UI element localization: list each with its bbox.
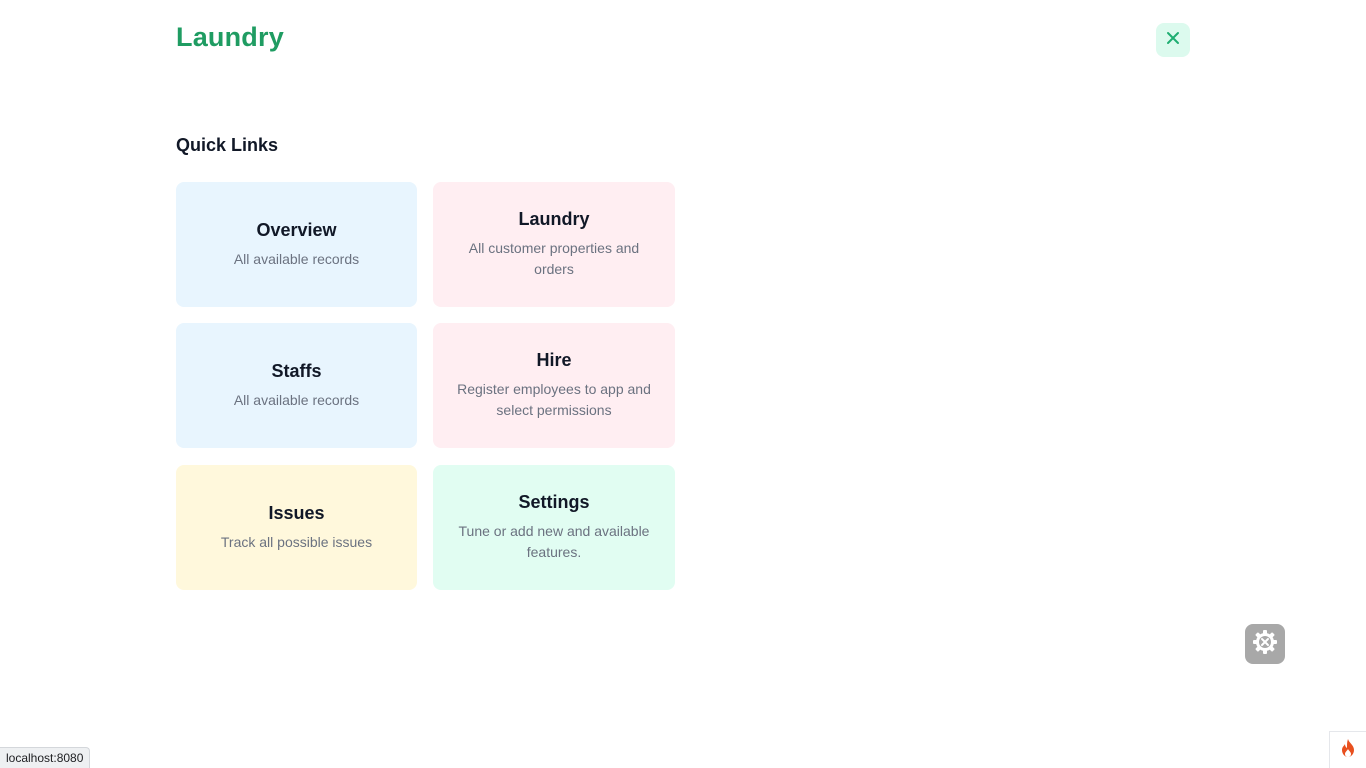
card-hire[interactable]: Hire Register employees to app and selec… [433, 323, 675, 448]
section-title: Quick Links [176, 135, 279, 155]
card-description: Track all possible issues [220, 533, 373, 550]
app-title: Laundry [176, 22, 284, 52]
card-description: All available records [233, 391, 360, 408]
corner-extension-button[interactable] [1329, 731, 1366, 768]
card-title: Overview [256, 219, 337, 240]
card-title: Settings [518, 492, 590, 512]
flame-icon [1339, 738, 1357, 763]
card-overview[interactable]: Overview All available records [176, 182, 417, 307]
card-issues[interactable]: Issues Track all possible issues [176, 465, 417, 590]
card-settings[interactable]: Settings Tune or add new and available f… [433, 465, 675, 590]
card-description: Register employees to app and select per… [457, 381, 651, 418]
card-staffs[interactable]: Staffs All available records [176, 323, 417, 448]
card-title: Issues [268, 502, 325, 523]
card-laundry[interactable]: Laundry All customer properties and orde… [433, 182, 675, 307]
card-description: All available records [233, 250, 360, 267]
card-description: All customer properties and orders [468, 240, 640, 277]
card-title: Staffs [271, 360, 322, 381]
gear-icon [1251, 628, 1279, 661]
card-description: Tune or add new and available features. [458, 523, 650, 560]
settings-fab-button[interactable] [1245, 624, 1285, 664]
card-title: Laundry [518, 209, 590, 229]
close-button[interactable] [1156, 23, 1190, 57]
status-bar-url: localhost:8080 [0, 747, 91, 768]
card-title: Hire [536, 350, 572, 370]
close-icon [1166, 31, 1180, 50]
